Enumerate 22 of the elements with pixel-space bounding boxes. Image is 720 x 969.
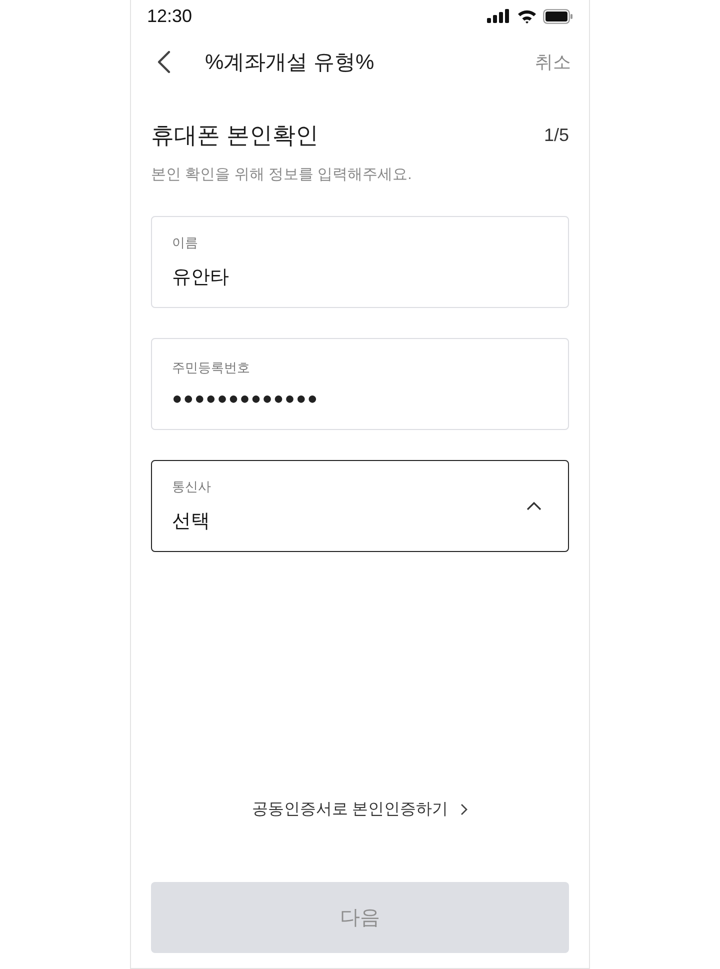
input-field[interactable]: 주민등록번호 ●●●●●●●●●●●●● bbox=[151, 338, 569, 430]
instruction-text: 본인 확인을 위해 정보를 입력해주세요. bbox=[151, 165, 413, 184]
back-icon[interactable] bbox=[157, 50, 171, 74]
carrier-dropdown[interactable]: 통신사 선택 bbox=[151, 460, 569, 552]
input-field[interactable]: 이름 유안타 bbox=[151, 216, 569, 308]
status-time: 12:30 bbox=[147, 6, 192, 26]
battery-icon bbox=[543, 8, 573, 24]
certificate-link[interactable]: 공동인증서로 본인인증하기 bbox=[252, 799, 468, 820]
field-label: 통신사 bbox=[172, 478, 212, 496]
masked-value: ●●●●●●●●●●●●● bbox=[172, 389, 320, 409]
signal-icon bbox=[487, 9, 511, 23]
chevron-right-icon bbox=[460, 803, 468, 816]
wifi-icon bbox=[517, 8, 537, 24]
cancel-button[interactable]: 취소 bbox=[535, 50, 571, 74]
field-label: 이름 bbox=[172, 234, 199, 252]
screen-title: %계좌개설 유형% bbox=[205, 50, 376, 76]
field-label: 주민등록번호 bbox=[172, 359, 251, 377]
field-value: 유안타 bbox=[172, 266, 230, 290]
page-heading: 휴대폰 본인확인 bbox=[151, 121, 318, 150]
caret-icon bbox=[526, 501, 542, 511]
step-counter: 1/5 bbox=[544, 125, 569, 146]
selected-value: 선택 bbox=[172, 510, 211, 534]
